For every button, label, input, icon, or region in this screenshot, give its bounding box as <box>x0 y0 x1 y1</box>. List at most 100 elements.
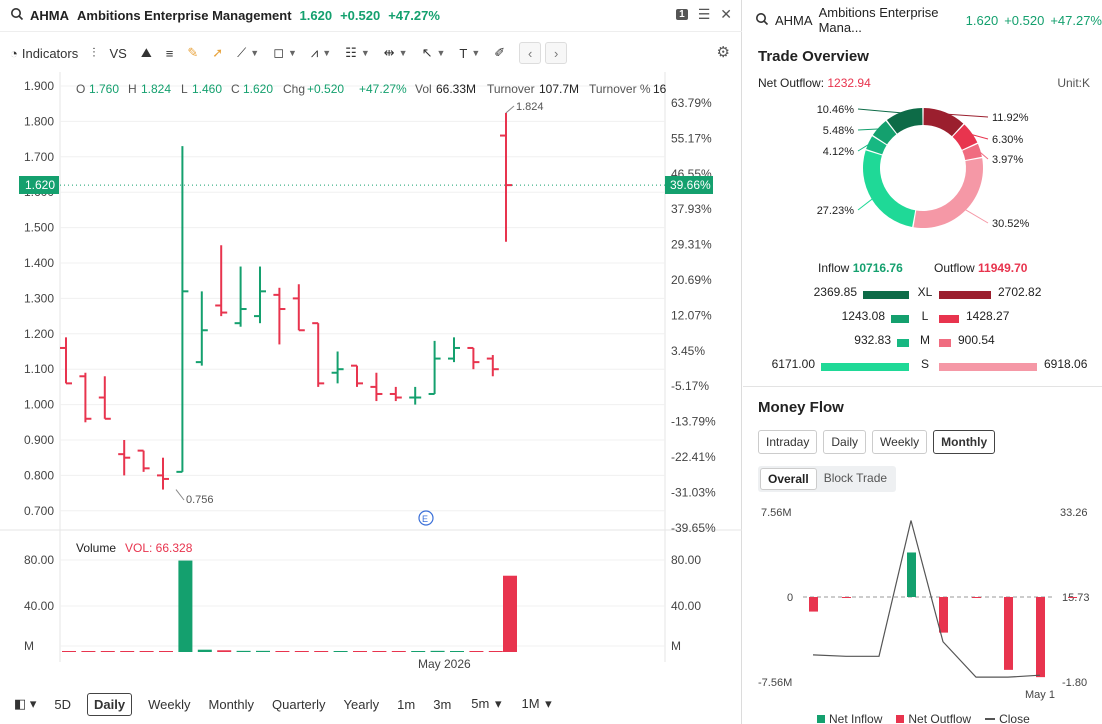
align-icon[interactable]: ≡ <box>166 46 174 61</box>
measure-tool-button[interactable]: ⇹ ▼ <box>384 45 408 61</box>
tab-intraday[interactable]: Intraday <box>758 430 818 454</box>
ohlc-bar[interactable] <box>370 372 383 402</box>
ohlc-bar[interactable] <box>176 146 189 473</box>
mf-left-axis-zero: 0 <box>787 592 793 604</box>
order-size-row: 1243.08 L 1428.27 <box>743 306 1102 330</box>
ohlc-bar[interactable] <box>312 322 325 387</box>
period-monthly[interactable]: Monthly <box>207 694 257 715</box>
inflow-amount: 1243.08 <box>841 309 885 323</box>
ohlc-c-value: 1.620 <box>243 82 273 96</box>
order-size-label: L <box>921 309 929 323</box>
ohlc-bar[interactable] <box>98 376 111 420</box>
ohlc-bar[interactable] <box>467 346 480 370</box>
company-name: Ambitions Enterprise Management <box>77 8 292 23</box>
period-daily[interactable]: Daily <box>87 692 133 716</box>
ohlc-bar[interactable] <box>389 386 402 402</box>
donut-label: 6.30% <box>992 134 1023 146</box>
search-icon[interactable] <box>755 12 769 29</box>
high-leader <box>505 105 515 114</box>
donut-label: 10.46% <box>817 104 855 116</box>
period-5d[interactable]: 5D <box>52 694 73 715</box>
indicators-button[interactable]: ◔ Indicators <box>10 46 78 61</box>
period-1m[interactable]: 1m <box>395 694 417 715</box>
brush-icon[interactable]: ✐ <box>494 45 505 61</box>
layout-badge[interactable]: 1 <box>676 9 688 20</box>
outflow-bar <box>939 339 951 347</box>
vs-button[interactable]: VS <box>109 46 126 61</box>
mf-bar <box>907 552 916 597</box>
pattern-tool-button[interactable]: ⩘ ▼ <box>311 45 331 61</box>
net-outflow-value: 1232.94 <box>827 76 871 90</box>
ohlc-bar[interactable] <box>292 284 305 332</box>
ohlc-bar[interactable] <box>273 287 286 345</box>
price-tick: 0.700 <box>24 504 54 518</box>
detail-company-name: Ambitions Enterprise Mana... <box>818 5 939 35</box>
price-tick: 0.900 <box>24 433 54 447</box>
ohlc-bar[interactable] <box>195 291 208 366</box>
price-tick: 1.200 <box>24 327 54 341</box>
scroll-right-button[interactable]: › <box>545 42 568 64</box>
price-tick: 1.100 <box>24 362 54 376</box>
inflow-amount: 932.83 <box>854 333 891 347</box>
money-flow-legend: Net Inflow Net Outflow Close <box>817 712 1030 724</box>
ohlc-bar[interactable] <box>500 112 512 242</box>
ohlc-bar[interactable] <box>137 449 150 472</box>
tab-overall[interactable]: Overall <box>760 468 817 490</box>
panel-toggle-icon[interactable]: ◧ ▾ <box>12 693 38 715</box>
volume-bar <box>236 650 251 652</box>
tab-monthly[interactable]: Monthly <box>933 430 996 454</box>
ohlc-bar[interactable] <box>79 372 92 423</box>
ticker-symbol[interactable]: AHMA <box>30 8 69 23</box>
period-3m[interactable]: 3m <box>431 694 453 715</box>
ohlc-bar[interactable] <box>331 351 344 384</box>
price-tick: 1.800 <box>24 114 54 128</box>
list-icon[interactable]: ☰ <box>698 6 711 23</box>
tab-weekly[interactable]: Weekly <box>872 430 928 454</box>
mf-bar <box>1004 597 1013 670</box>
ohlc-bar[interactable] <box>409 386 422 405</box>
pct-tick: -39.65% <box>671 521 716 535</box>
ohlc-bar[interactable] <box>60 337 72 385</box>
ohlc-chg-label: Chg <box>283 82 305 96</box>
bar-style-icon[interactable]: ⫶ <box>92 45 95 61</box>
pct-tick: -22.41% <box>671 450 716 464</box>
tab-daily[interactable]: Daily <box>823 430 867 454</box>
chart-type-icon[interactable]: ⛰ <box>141 45 152 61</box>
arrow-tool-button[interactable]: ↖ ▼ <box>422 45 446 61</box>
inflow-amount: 2369.85 <box>813 285 857 299</box>
ohlc-bar[interactable] <box>486 355 499 377</box>
tab-block-trade[interactable]: Block Trade <box>817 468 894 490</box>
inflow-bar <box>821 363 909 371</box>
price-tick: 1.900 <box>24 79 54 93</box>
fib-tool-button[interactable]: ☷ ▼ <box>345 45 370 61</box>
search-icon[interactable] <box>10 7 24 24</box>
stock-app: AHMA Ambitions Enterprise Management 1.6… <box>0 0 1102 724</box>
shape-tool-button[interactable]: ◻ ▼ <box>273 45 297 61</box>
period-quarterly[interactable]: Quarterly <box>270 694 327 715</box>
scroll-left-button[interactable]: ‹ <box>519 42 542 64</box>
period-yearly[interactable]: Yearly <box>342 694 382 715</box>
ohlc-bar[interactable] <box>157 457 169 490</box>
ohlc-bar[interactable] <box>448 337 460 363</box>
pencil-icon[interactable]: ✎ <box>187 45 198 61</box>
text-tool-button[interactable]: T ▼ <box>459 46 480 61</box>
period-5m-dropdown[interactable]: 5m ▾ <box>467 693 503 715</box>
ohlc-vol-value: 66.33M <box>436 82 476 96</box>
close-icon[interactable]: ✕ <box>720 6 732 23</box>
volume-bar <box>120 651 135 652</box>
inflow-label: Inflow <box>818 261 850 275</box>
line-tool-button[interactable]: ⟋ ▼ <box>237 45 259 61</box>
ohlc-bar[interactable] <box>118 440 131 476</box>
ohlc-bar[interactable] <box>215 245 228 317</box>
volume-bar <box>256 650 270 652</box>
ohlc-bar[interactable] <box>254 266 266 324</box>
price-chart[interactable]: 1.9001.8001.7001.6001.5001.4001.3001.200… <box>0 72 742 682</box>
volume-bar <box>372 651 387 652</box>
ohlc-bar[interactable] <box>428 340 441 395</box>
settings-icon[interactable]: ⚙ <box>717 43 730 61</box>
period-weekly[interactable]: Weekly <box>146 694 192 715</box>
period-1M-dropdown[interactable]: 1M ▾ <box>518 693 554 715</box>
cursor-icon[interactable]: ➚ <box>212 45 223 61</box>
ohlc-bar[interactable] <box>234 266 247 327</box>
detail-ticker[interactable]: AHMA <box>775 13 813 28</box>
